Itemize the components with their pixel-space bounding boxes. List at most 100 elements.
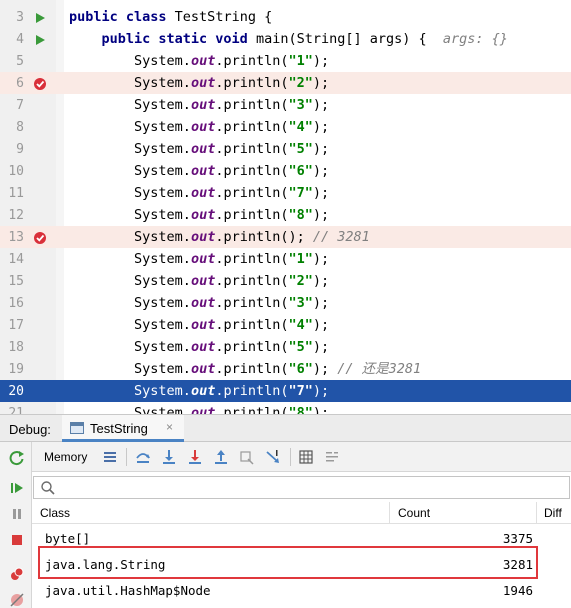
code-token: .println( xyxy=(215,295,289,311)
instance-count: 1946 xyxy=(502,583,533,598)
code-line[interactable]: 18 System.out.println("5"); xyxy=(0,336,571,358)
column-divider[interactable] xyxy=(389,502,390,524)
stop-icon[interactable] xyxy=(9,532,25,548)
current-execution-line[interactable]: 20 System.out.println("7"); xyxy=(0,380,571,402)
breakpoint-line[interactable]: 13 System.out.println(); // 3281 xyxy=(0,226,571,248)
code-comment: // 还是3281 xyxy=(337,361,422,377)
keyword: public static void xyxy=(101,31,248,47)
drop-frame-icon[interactable] xyxy=(239,449,255,465)
evaluate-expression-icon[interactable] xyxy=(298,449,314,465)
code-line[interactable]: 19 System.out.println("6"); // 还是3281 xyxy=(0,358,571,380)
run-to-cursor-icon[interactable] xyxy=(265,449,281,465)
code-token: ); xyxy=(312,53,330,69)
string-literal: "4" xyxy=(288,119,313,135)
breakpoint-icon[interactable] xyxy=(33,77,47,91)
column-header-diff[interactable]: Diff xyxy=(544,506,562,520)
tab-teststring[interactable]: TestString × xyxy=(62,415,184,442)
field-token: out xyxy=(190,53,216,69)
memory-table-header: Class Count Diff xyxy=(32,502,571,524)
code-line[interactable]: 7 System.out.println("3"); xyxy=(0,94,571,116)
field-token: out xyxy=(190,273,216,289)
column-header-class[interactable]: Class xyxy=(40,506,70,520)
code-line[interactable]: 9 System.out.println("5"); xyxy=(0,138,571,160)
debug-tool-window-header: Debug: TestString × xyxy=(0,414,571,442)
line-number: 20 xyxy=(8,384,24,399)
pause-icon[interactable] xyxy=(9,506,25,522)
breakpoint-icon[interactable] xyxy=(33,231,47,245)
menu-icon[interactable] xyxy=(102,449,118,465)
mute-breakpoints-icon[interactable] xyxy=(9,592,25,608)
code-token: ); xyxy=(312,163,330,179)
code-line[interactable]: 12 System.out.println("8"); xyxy=(0,204,571,226)
code-text: System.out.println("4"); xyxy=(69,317,329,333)
code-editor[interactable]: 3 public class TestString {4 public stati… xyxy=(0,0,571,414)
step-over-icon[interactable] xyxy=(135,449,151,465)
code-line[interactable]: 17 System.out.println("4"); xyxy=(0,314,571,336)
field-token: out xyxy=(190,119,216,135)
line-number: 13 xyxy=(8,230,24,245)
memory-search-row xyxy=(32,472,571,502)
run-icon[interactable] xyxy=(33,11,47,25)
breakpoint-line[interactable]: 6 System.out.println("2"); xyxy=(0,72,571,94)
string-literal: "2" xyxy=(288,273,313,289)
code-token: .println( xyxy=(215,383,289,399)
code-token: .println( xyxy=(215,75,289,91)
code-token: System. xyxy=(134,251,191,267)
toolbar-separator xyxy=(290,448,291,466)
code-line[interactable]: 11 System.out.println("7"); xyxy=(0,182,571,204)
trace-icon[interactable] xyxy=(324,449,340,465)
code-token: ); xyxy=(312,339,330,355)
code-text: System.out.println("8"); xyxy=(69,207,329,223)
code-token: System. xyxy=(134,361,191,377)
code-line[interactable]: 3 public class TestString { xyxy=(0,6,571,28)
string-literal: "8" xyxy=(288,405,313,414)
rerun-icon[interactable] xyxy=(9,450,25,466)
line-number: 11 xyxy=(8,186,24,201)
memory-tab[interactable]: Memory xyxy=(44,450,87,464)
code-text: System.out.println("1"); xyxy=(69,251,329,267)
field-token: out xyxy=(190,185,216,201)
code-line[interactable]: 21 System.out.println("8"); xyxy=(0,402,571,414)
code-line[interactable]: 15 System.out.println("2"); xyxy=(0,270,571,292)
code-token: System. xyxy=(134,383,191,399)
force-step-into-icon[interactable] xyxy=(187,449,203,465)
code-line[interactable]: 16 System.out.println("3"); xyxy=(0,292,571,314)
class-name: byte[] xyxy=(45,531,91,546)
code-token: System. xyxy=(134,185,191,201)
string-literal: "1" xyxy=(288,53,313,69)
code-token: System. xyxy=(134,273,191,289)
field-token: out xyxy=(190,361,216,377)
close-icon[interactable]: × xyxy=(166,420,173,434)
code-token: System. xyxy=(134,317,191,333)
run-icon[interactable] xyxy=(33,33,47,47)
code-token: ); xyxy=(312,141,330,157)
code-token: ); xyxy=(312,317,330,333)
table-row[interactable]: java.util.HashMap$Node 1946 xyxy=(32,578,571,604)
line-number: 12 xyxy=(8,208,24,223)
code-token: .println( xyxy=(215,97,289,113)
instance-count: 3375 xyxy=(502,531,533,546)
code-token: System. xyxy=(134,53,191,69)
code-line[interactable]: 14 System.out.println("1"); xyxy=(0,248,571,270)
line-number: 21 xyxy=(8,406,24,414)
column-divider[interactable] xyxy=(536,502,537,524)
string-literal: "6" xyxy=(288,361,313,377)
view-breakpoints-icon[interactable] xyxy=(9,566,25,582)
column-header-count[interactable]: Count xyxy=(398,506,430,520)
step-out-icon[interactable] xyxy=(213,449,229,465)
toolbar-separator xyxy=(126,448,127,466)
code-token: ); xyxy=(312,383,330,399)
field-token: out xyxy=(190,295,216,311)
code-line[interactable]: 8 System.out.println("4"); xyxy=(0,116,571,138)
code-line[interactable]: 4 public static void main(String[] args)… xyxy=(0,28,571,50)
string-literal: "2" xyxy=(288,75,313,91)
code-line[interactable]: 10 System.out.println("6"); xyxy=(0,160,571,182)
step-into-icon[interactable] xyxy=(161,449,177,465)
resume-icon[interactable] xyxy=(9,480,25,496)
code-text: System.out.println("7"); xyxy=(69,185,329,201)
code-line[interactable]: 5 System.out.println("1"); xyxy=(0,50,571,72)
code-token: .println( xyxy=(215,251,289,267)
line-number: 5 xyxy=(16,54,24,69)
search-input[interactable] xyxy=(60,478,560,497)
memory-search-box[interactable] xyxy=(33,476,570,499)
